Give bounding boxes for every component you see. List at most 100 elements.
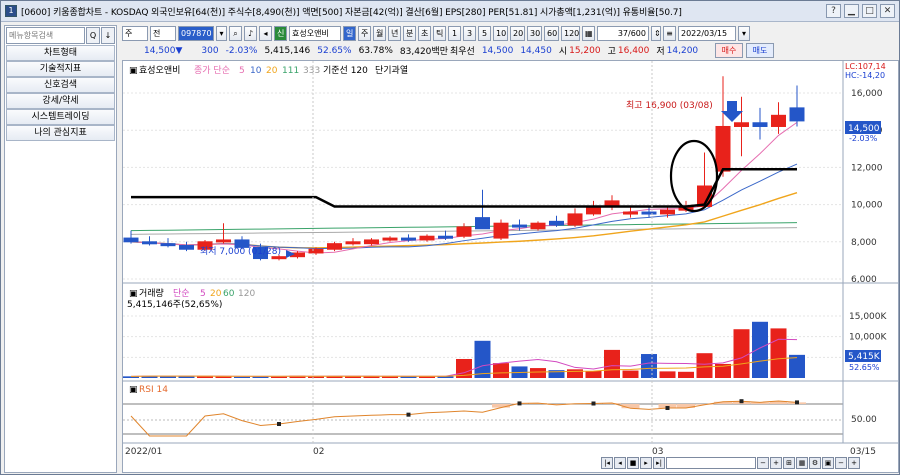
scroll-first-icon[interactable]: |◂ [601, 457, 613, 469]
volume-bar [770, 328, 787, 378]
candle-body [623, 211, 638, 215]
legend-short-overheat[interactable]: 단기과열 [375, 65, 408, 76]
volume-legend[interactable]: 거래량 [139, 287, 164, 299]
volume-ma60[interactable]: 60 [223, 289, 235, 299]
stock-type-select[interactable]: 주 [122, 26, 148, 41]
save-icon[interactable]: ▣ [822, 457, 834, 469]
credit-badge[interactable]: 신 [274, 26, 287, 41]
price-chart-svg[interactable]: ▣ 효성오앤비 종가 단순 5 10 20 111 333 기준선 120 단기… [123, 61, 898, 472]
down-arrow-button[interactable]: ↓ [101, 27, 115, 44]
minus-icon[interactable]: − [835, 457, 847, 469]
code-dropdown-icon[interactable]: ▾ [216, 26, 227, 41]
candle-body [734, 122, 749, 127]
low-label: 저 [656, 47, 665, 57]
open-price: 15,200 [569, 45, 601, 56]
legend-ma111[interactable]: 111 [282, 66, 299, 76]
volume-bar [733, 329, 750, 378]
legend-ma-label[interactable]: 종가 단순 [194, 65, 230, 76]
period-second[interactable]: 초 [418, 26, 431, 41]
search-icon[interactable]: ⌕ [229, 26, 242, 41]
grid-icon[interactable]: ▦ [582, 26, 595, 41]
chart-nav: |◂ ◂ ■ ▸ ▸| − + ⊞ ▦ ⚙ ▣ − + [601, 457, 860, 469]
sidebar-item-signal-search[interactable]: 신호검색 [6, 77, 115, 93]
sidebar: 메뉴항목검색 Q ↓ 차트형태 기술적지표 신호검색 강세/약세 시스템트레이딩… [4, 25, 117, 473]
period-tick[interactable]: 틱 [433, 26, 446, 41]
volume-ma5[interactable]: 5 [200, 289, 206, 299]
candle-body [308, 248, 324, 254]
period-minute[interactable]: 분 [403, 26, 416, 41]
minimize-button[interactable]: ▁ [844, 4, 859, 18]
period-week[interactable]: 주 [358, 26, 371, 41]
fit-icon[interactable]: ⊞ [783, 457, 795, 469]
scroll-prev-icon[interactable]: ◂ [614, 457, 626, 469]
period-year[interactable]: 년 [388, 26, 401, 41]
sell-button[interactable]: 매도 [746, 43, 774, 58]
legend-baseline[interactable]: 기준선 120 [323, 65, 368, 76]
volume-bar [493, 363, 509, 378]
rsi-legend[interactable]: RSI 14 [139, 385, 168, 395]
interval-30[interactable]: 30 [527, 26, 542, 41]
period-month[interactable]: 월 [373, 26, 386, 41]
interval-3[interactable]: 3 [463, 26, 476, 41]
rsi-signal-dot [406, 412, 411, 417]
volume-ma20[interactable]: 20 [210, 289, 222, 299]
low-annotation: 최저 7,000 (01/28) [200, 246, 281, 257]
interval-1[interactable]: 1 [448, 26, 461, 41]
legend-ma333[interactable]: 333 [303, 66, 320, 76]
volume-ratio: 52.65% [317, 45, 352, 56]
calendar-icon[interactable]: ▾ [738, 26, 750, 41]
stop-icon[interactable]: ■ [627, 457, 639, 469]
best-buy: 14,450 [520, 45, 552, 56]
quote-bar: 14,500▼ 300 -2.03% 5,415,146 52.65% 63.7… [122, 43, 898, 58]
date-input[interactable]: 2022/03/15 [678, 26, 736, 41]
hc-value: HC:-14,20 [845, 71, 885, 80]
candle-body [789, 107, 805, 122]
interval-120[interactable]: 120 [561, 26, 580, 41]
sidebar-item-indicators[interactable]: 기술적지표 [6, 61, 115, 77]
sidebar-item-my-indicators[interactable]: 나의 관심지표 [6, 125, 115, 141]
legend-ma20[interactable]: 20 [266, 66, 278, 76]
legend-stock-name[interactable]: 효성오앤비 [139, 65, 180, 76]
buy-button[interactable]: 매수 [715, 43, 743, 58]
candle-body [419, 235, 435, 241]
close-button[interactable]: ✕ [880, 4, 895, 18]
trade-amount: 83,420백만 [399, 47, 448, 57]
volume-ma-label[interactable]: 단순 [173, 288, 190, 299]
zoom-in-icon[interactable]: + [770, 457, 782, 469]
scroll-next-icon[interactable]: ▸ [640, 457, 652, 469]
arrow-icon[interactable]: ◂ [259, 26, 272, 41]
count-spinner[interactable]: ⇕ [651, 26, 661, 41]
interval-10[interactable]: 10 [493, 26, 508, 41]
legend-ma10[interactable]: 10 [250, 66, 262, 76]
list-icon[interactable]: ≡ [663, 26, 676, 41]
scroll-last-icon[interactable]: ▸| [653, 457, 665, 469]
xaxis-label-feb: 02 [313, 447, 324, 457]
period-day[interactable]: 일 [343, 26, 356, 41]
settings-icon[interactable]: ⚙ [809, 457, 821, 469]
data-count-input[interactable]: 37/600 [597, 26, 649, 41]
sound-icon[interactable]: ♪ [244, 26, 257, 41]
maximize-button[interactable]: □ [862, 4, 877, 18]
interval-5[interactable]: 5 [478, 26, 491, 41]
zoom-out-icon[interactable]: − [757, 457, 769, 469]
legend-ma5[interactable]: 5 [239, 66, 245, 76]
interval-60[interactable]: 60 [544, 26, 559, 41]
interval-20[interactable]: 20 [510, 26, 525, 41]
chart-area[interactable]: ▣ 효성오앤비 종가 단순 5 10 20 111 333 기준선 120 단기… [122, 60, 899, 473]
candle-body [771, 114, 786, 127]
menu-search-input[interactable]: 메뉴항목검색 [6, 27, 85, 44]
sidebar-item-chart-type[interactable]: 차트형태 [6, 45, 115, 61]
stock-code-input[interactable]: 097870 [178, 26, 214, 41]
market-select[interactable]: 전 [150, 26, 176, 41]
grid-view-icon[interactable]: ▦ [796, 457, 808, 469]
sidebar-item-system-trading[interactable]: 시스템트레이딩 [6, 109, 115, 125]
search-button[interactable]: Q [86, 27, 100, 44]
plus-icon[interactable]: + [848, 457, 860, 469]
candle-body [493, 222, 509, 239]
best-sell: 14,500 [481, 45, 514, 56]
volume-ma120[interactable]: 120 [238, 289, 255, 299]
slider-track[interactable] [666, 457, 756, 469]
lc-value: LC:107,14 [845, 62, 886, 71]
help-button[interactable]: ? [826, 4, 841, 18]
sidebar-item-strength[interactable]: 강세/약세 [6, 93, 115, 109]
